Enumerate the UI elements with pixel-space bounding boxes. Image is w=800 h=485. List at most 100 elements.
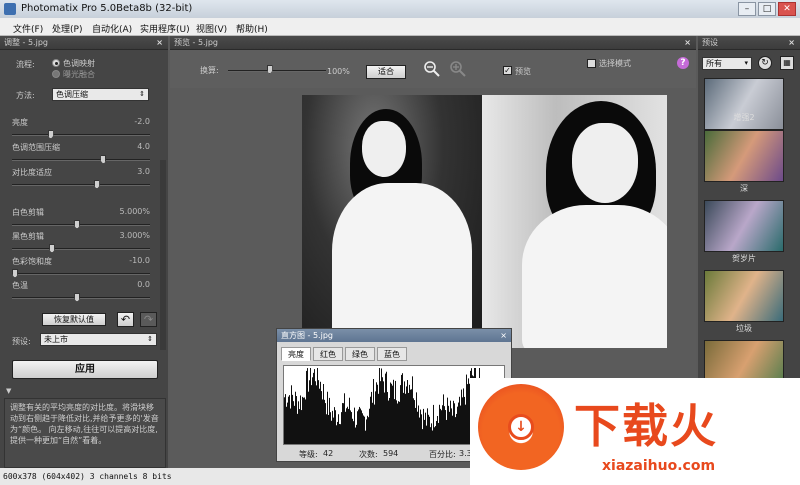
histogram-bar — [301, 410, 302, 444]
histogram-bar — [364, 416, 365, 444]
preset-caption: 增强2 — [733, 113, 755, 122]
histogram-bar — [430, 427, 431, 444]
histogram-tab-green[interactable]: 绿色 — [345, 347, 375, 361]
histogram-bar — [416, 392, 417, 444]
menu-utilities[interactable]: 实用程序(U) — [140, 22, 190, 35]
info-collapse-icon[interactable]: ▼ — [6, 387, 11, 395]
histogram-bar — [426, 425, 427, 444]
slider-thumb[interactable] — [100, 155, 107, 164]
histogram-bar — [374, 404, 375, 444]
histogram-bar — [384, 392, 385, 444]
preview-panel-title-text: 预览 - 5.jpg — [174, 38, 218, 47]
histogram-bar — [465, 404, 466, 444]
zoom-out-icon[interactable] — [424, 61, 440, 77]
redo-button[interactable]: ↷ — [140, 312, 157, 327]
histogram-bar — [333, 417, 334, 444]
histogram-bar — [298, 401, 299, 444]
menu-help[interactable]: 帮助(H) — [236, 22, 268, 35]
flow-fusion-label: 曝光融合 — [63, 70, 95, 79]
undo-button[interactable]: ↶ — [117, 312, 134, 327]
preview-checkbox[interactable]: ✓ — [503, 66, 512, 75]
histogram-bar — [294, 405, 295, 444]
adjust-close-icon[interactable]: × — [156, 36, 163, 50]
histogram-bar — [360, 408, 361, 444]
slider-value: 3.0 — [137, 167, 150, 176]
slider-track[interactable] — [12, 224, 150, 226]
histogram-bar — [392, 385, 393, 444]
zoom-slider-thumb[interactable] — [266, 65, 273, 74]
reset-defaults-button[interactable]: 恢复默认值 — [42, 313, 106, 326]
flow-tonemap-radio[interactable] — [52, 59, 60, 67]
slider-thumb[interactable] — [47, 130, 54, 139]
menu-file[interactable]: 文件(F) — [13, 22, 43, 35]
preview-close-icon[interactable]: × — [684, 36, 691, 50]
histogram-tab-red[interactable]: 红色 — [313, 347, 343, 361]
presets-close-icon[interactable]: × — [788, 36, 795, 50]
histogram-bar — [412, 376, 413, 444]
slider-track[interactable] — [12, 248, 150, 250]
menu-process[interactable]: 处理(P) — [52, 22, 82, 35]
slider-thumb[interactable] — [74, 293, 81, 302]
menu-automate[interactable]: 自动化(A) — [92, 22, 132, 35]
close-button[interactable]: ✕ — [778, 2, 796, 16]
menu-view[interactable]: 视图(V) — [196, 22, 227, 35]
flow-fusion-radio[interactable] — [52, 70, 60, 78]
slider-track[interactable] — [12, 297, 150, 299]
histogram-bar — [308, 391, 309, 444]
histogram-bar — [389, 397, 390, 444]
adjust-scrollbar[interactable] — [160, 160, 166, 350]
histogram-bar — [375, 391, 376, 444]
watermark-url: xiazaihuo.com — [602, 458, 716, 474]
histogram-tab-blue[interactable]: 蓝色 — [377, 347, 407, 361]
preset-filter-value: 所有 — [706, 59, 722, 68]
histogram-bar — [327, 391, 328, 444]
preset-label: 预设: — [12, 337, 31, 346]
preset-select[interactable]: 未上市 ⇕ — [40, 333, 157, 346]
histogram-close-icon[interactable]: × — [500, 329, 507, 342]
slider-value: 3.000% — [119, 231, 150, 240]
select-mode-checkbox[interactable] — [587, 59, 596, 68]
histogram-bar — [425, 412, 426, 444]
slider-value: 5.000% — [119, 207, 150, 216]
refresh-icon[interactable]: ↻ — [758, 56, 772, 70]
histogram-count-label: 次数: — [359, 450, 378, 459]
slider-track[interactable] — [12, 273, 150, 275]
histogram-bar — [397, 403, 398, 444]
presets-panel-title-text: 预设 — [702, 38, 718, 47]
apply-button[interactable]: 应用 — [12, 360, 158, 379]
slider-thumb[interactable] — [12, 269, 18, 278]
help-icon[interactable]: ? — [677, 57, 689, 69]
histogram-bar — [405, 393, 406, 444]
histogram-level-value: 42 — [323, 449, 334, 458]
histogram-bar — [289, 395, 290, 444]
histogram-bar — [295, 391, 296, 444]
slider-thumb[interactable] — [74, 220, 81, 229]
minimize-button[interactable]: – — [738, 2, 756, 16]
flow-label: 流程: — [16, 60, 35, 69]
grid-view-icon[interactable]: ▦ — [780, 56, 794, 70]
histogram-bar — [381, 368, 382, 444]
zoom-in-icon[interactable] — [450, 61, 466, 77]
slider-track[interactable] — [12, 159, 150, 161]
slider-label: 色彩饱和度 — [12, 257, 52, 266]
histogram-bar — [320, 381, 321, 444]
histogram-bar — [303, 397, 304, 444]
fit-button[interactable]: 适合 — [366, 65, 406, 79]
preset-thumbnail[interactable] — [704, 270, 784, 322]
histogram-tab-luminance[interactable]: 亮度 — [281, 347, 311, 361]
preset-thumbnail[interactable] — [704, 200, 784, 252]
maximize-button[interactable]: □ — [758, 2, 776, 16]
slider-thumb[interactable] — [48, 244, 55, 253]
slider-label: 色调范围压缩 — [12, 143, 60, 152]
method-select[interactable]: 色调压缩 ⇕ — [52, 88, 149, 101]
histogram-bar — [338, 414, 339, 444]
slider-track[interactable] — [12, 134, 150, 136]
preview-panel-title: 预览 - 5.jpg × — [170, 36, 696, 50]
slider-thumb[interactable] — [93, 180, 100, 189]
preset-thumbnail[interactable] — [704, 130, 784, 182]
slider-track[interactable] — [12, 184, 150, 186]
histogram-bar — [316, 385, 317, 444]
preset-filter-select[interactable]: 所有 ▾ — [702, 57, 752, 70]
preset-caption: 贺岁片 — [732, 254, 756, 263]
zoom-slider-track[interactable] — [228, 70, 326, 72]
